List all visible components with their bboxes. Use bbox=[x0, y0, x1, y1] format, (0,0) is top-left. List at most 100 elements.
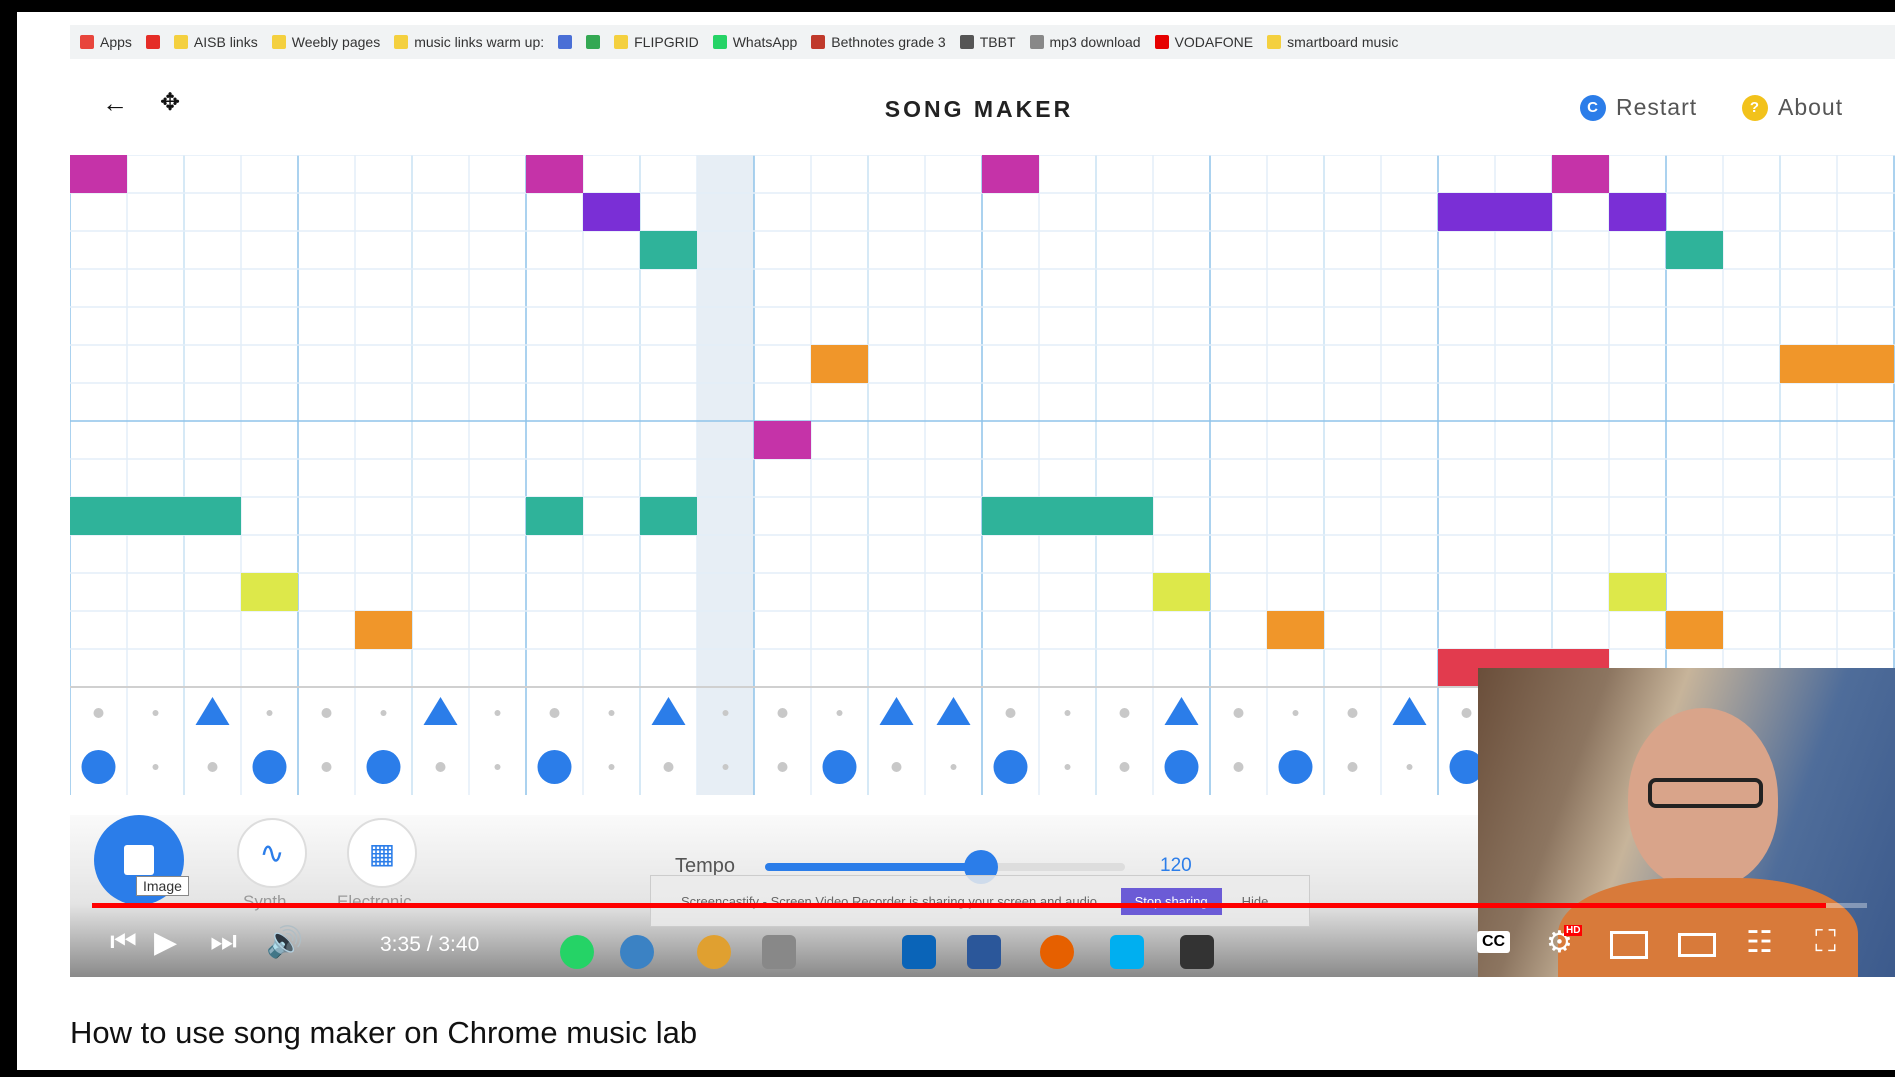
melody-note bbox=[1609, 193, 1666, 231]
translate-icon bbox=[558, 35, 573, 49]
percussion-circle bbox=[1164, 750, 1199, 784]
electronic-button[interactable]: ▦ bbox=[347, 818, 417, 888]
bookmark-item[interactable]: AISB links bbox=[173, 34, 258, 50]
play-icon[interactable]: ▶ bbox=[154, 925, 177, 960]
drum-machine-icon: ▦ bbox=[368, 837, 396, 869]
bookmarks-bar: Apps AISB links Weebly pages music links wa… bbox=[70, 25, 1895, 59]
bookmark-item[interactable]: WhatsApp bbox=[712, 34, 798, 50]
bookmark-item[interactable] bbox=[586, 35, 601, 49]
melody-note bbox=[70, 497, 241, 535]
bookmark-label: smartboard music bbox=[1287, 34, 1399, 50]
about-icon: ? bbox=[1742, 94, 1768, 121]
theater-mode-icon[interactable] bbox=[1678, 933, 1716, 957]
vodafone-icon bbox=[1154, 35, 1169, 49]
about-button[interactable]: ? About bbox=[1742, 94, 1843, 121]
miniplayer-icon[interactable] bbox=[1610, 931, 1648, 959]
folder-icon bbox=[1267, 35, 1282, 49]
percussion-dot bbox=[1064, 764, 1071, 770]
folder-icon bbox=[394, 35, 409, 49]
melody-note bbox=[526, 497, 583, 535]
percussion-dot bbox=[777, 708, 788, 718]
melody-note bbox=[1153, 573, 1210, 611]
bookmark-item[interactable]: Apps bbox=[80, 34, 132, 50]
glasses bbox=[1648, 778, 1763, 808]
next-icon[interactable]: ⏭ bbox=[210, 925, 237, 959]
bookmark-item[interactable]: Bethnotes grade 3 bbox=[811, 34, 946, 50]
percussion-dot bbox=[722, 764, 729, 770]
captions-button[interactable]: CC bbox=[1477, 931, 1511, 953]
percussion-circle bbox=[993, 750, 1028, 784]
film-icon bbox=[1180, 935, 1214, 969]
stop-icon bbox=[124, 845, 154, 875]
skype-icon bbox=[1110, 935, 1144, 969]
percussion-dot bbox=[266, 710, 273, 716]
synth-button[interactable]: ∿ bbox=[237, 818, 307, 888]
outlook-icon bbox=[902, 935, 936, 969]
bookmark-item[interactable]: music links warm up: bbox=[394, 34, 544, 50]
app-header: ← ✥ SONG MAKER C Restart ? About bbox=[70, 60, 1895, 155]
folder-icon bbox=[271, 35, 286, 49]
bookmark-item[interactable]: mp3 download bbox=[1029, 34, 1141, 50]
percussion-dot bbox=[207, 762, 218, 772]
percussion-circle bbox=[1278, 750, 1313, 784]
volume-icon[interactable]: 🔊 bbox=[266, 925, 303, 960]
melody-note bbox=[241, 573, 298, 611]
fullscreen-icon[interactable]: ⛶ bbox=[1815, 925, 1836, 959]
video-progress-bar[interactable] bbox=[92, 903, 1867, 908]
bookmark-label: TBBT bbox=[979, 34, 1016, 50]
maps-icon bbox=[586, 35, 601, 49]
bookmark-item[interactable]: smartboard music bbox=[1267, 34, 1398, 50]
tempo-slider[interactable] bbox=[765, 850, 1125, 884]
percussion-dot bbox=[1064, 710, 1071, 716]
percussion-dot bbox=[549, 708, 560, 718]
percussion-dot bbox=[1119, 708, 1130, 718]
melody-note bbox=[1666, 611, 1723, 649]
stop-sharing-button[interactable]: Stop sharing bbox=[1120, 887, 1222, 915]
bookmark-item[interactable] bbox=[558, 35, 573, 49]
bookmark-item[interactable]: FLIPGRID bbox=[614, 34, 699, 50]
progress-fill bbox=[92, 903, 1827, 908]
percussion-dot bbox=[152, 710, 159, 716]
bookmark-item[interactable] bbox=[145, 35, 160, 49]
percussion-dot bbox=[950, 764, 957, 770]
bookmark-label: music links warm up: bbox=[414, 34, 545, 50]
word-icon bbox=[967, 935, 1001, 969]
melody-note bbox=[754, 421, 811, 459]
melody-note bbox=[583, 193, 640, 231]
bookmark-label: FLIPGRID bbox=[634, 34, 699, 50]
percussion-dot bbox=[836, 710, 843, 716]
hd-badge: HD bbox=[1564, 925, 1583, 936]
percussion-dot bbox=[93, 708, 104, 718]
bookmark-label: AISB links bbox=[193, 34, 258, 50]
waveform-icon: ∿ bbox=[259, 836, 285, 870]
melody-note bbox=[982, 497, 1153, 535]
time-display: 3:35 / 3:40 bbox=[380, 933, 480, 956]
folder-icon bbox=[173, 35, 188, 49]
bookmark-label: Bethnotes grade 3 bbox=[831, 34, 946, 50]
percussion-dot bbox=[1233, 708, 1244, 718]
page-icon bbox=[1029, 35, 1044, 49]
bookmark-item[interactable]: TBBT bbox=[959, 34, 1016, 50]
cast-icon[interactable]: ☷ bbox=[1746, 925, 1773, 960]
melody-note bbox=[982, 155, 1039, 193]
bookmark-item[interactable]: VODAFONE bbox=[1154, 34, 1253, 50]
percussion-dot bbox=[608, 710, 615, 716]
percussion-dot bbox=[722, 710, 729, 716]
previous-icon[interactable]: ⏮ bbox=[110, 925, 137, 959]
bookmark-item[interactable]: Weebly pages bbox=[271, 34, 380, 50]
bookmark-image-icon bbox=[959, 35, 974, 49]
tooltip: Image bbox=[136, 876, 189, 896]
restart-button[interactable]: C Restart bbox=[1580, 94, 1697, 121]
bookmark-image-icon bbox=[811, 35, 826, 49]
whatsapp-icon bbox=[712, 35, 727, 49]
bookmark-label: WhatsApp bbox=[732, 34, 798, 50]
percussion-dot bbox=[608, 764, 615, 770]
percussion-dot bbox=[1347, 762, 1358, 772]
melody-note bbox=[1267, 611, 1324, 649]
percussion-dot bbox=[494, 764, 501, 770]
percussion-circle bbox=[252, 750, 287, 784]
percussion-dot bbox=[152, 764, 159, 770]
percussion-dot bbox=[1347, 708, 1358, 718]
melody-note bbox=[1609, 573, 1666, 611]
electronic-label: Electronic bbox=[337, 892, 412, 911]
